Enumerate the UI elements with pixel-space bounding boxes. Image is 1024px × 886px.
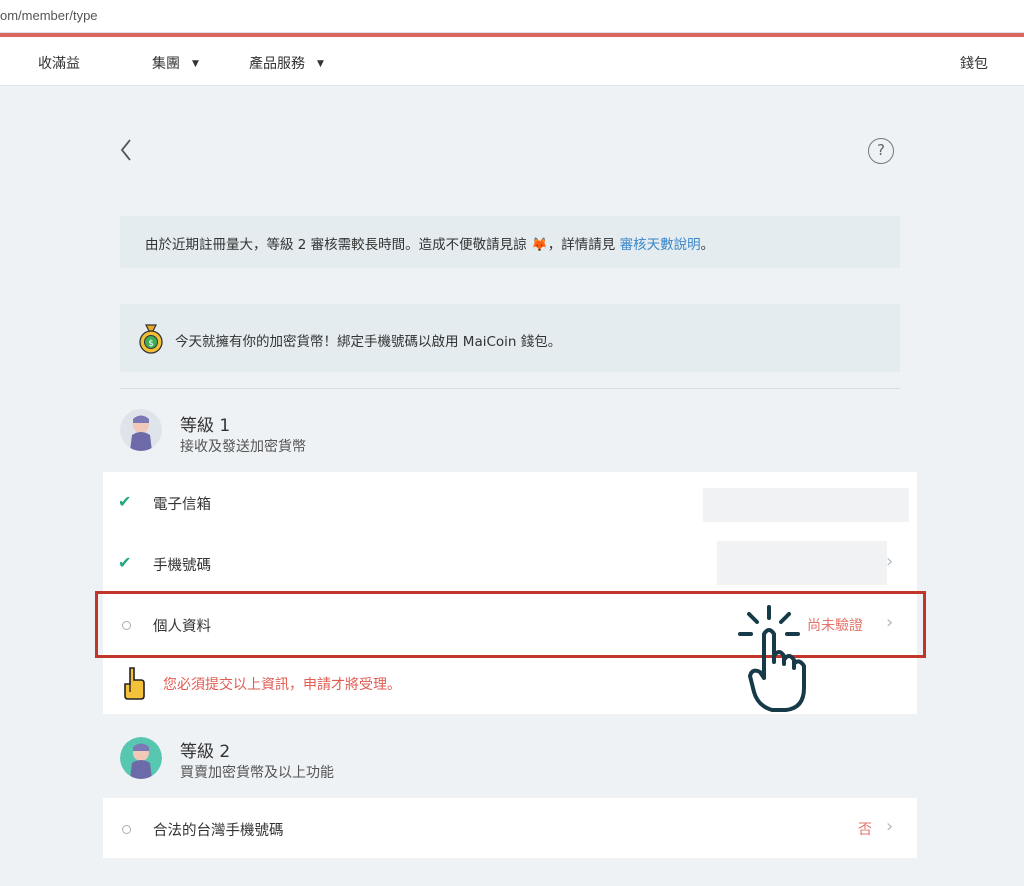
nav-item-wallet[interactable]: 錢包 <box>960 53 988 73</box>
level2-card: 合法的台灣手機號碼 否 › <box>103 798 917 858</box>
browser-address-bar[interactable]: om/member/type <box>0 0 1024 33</box>
section-divider <box>120 388 900 389</box>
review-notice-text: 由於近期註冊量大，等級 2 審核需較長時間。造成不便敬請見諒 <box>145 237 531 253</box>
nav-item-group-label: 集團 <box>152 56 180 72</box>
list-item-phone[interactable]: ✔ 手機號碼 › <box>103 533 917 594</box>
review-delay-notice: 由於近期註冊量大，等級 2 審核需較長時間。造成不便敬請見諒 🦊，詳情請見 審核… <box>120 216 900 268</box>
help-icon[interactable]: ? <box>868 138 894 164</box>
chevron-right-icon: › <box>886 816 894 837</box>
list-item-email[interactable]: ✔ 電子信箱 <box>103 472 917 533</box>
level2-subtitle: 買賣加密貨幣及以上功能 <box>180 765 334 781</box>
bind-phone-text: 今天就擁有你的加密貨幣！綁定手機號碼以啟用 MaiCoin 錢包。 <box>175 334 562 350</box>
warning-text: 您必須提交以上資訊，申請才將受理。 <box>163 677 401 693</box>
caret-down-icon: ▼ <box>317 59 324 69</box>
item-label: 合法的台灣手機號碼 <box>153 823 284 839</box>
nav-item-products-label: 產品服務 <box>249 56 305 72</box>
top-navigation: 收滿益 集團 ▼ 產品服務 ▼ 錢包 <box>0 37 1024 86</box>
level2-avatar <box>120 737 162 779</box>
back-arrow-icon[interactable] <box>116 136 140 164</box>
check-icon: ✔ <box>118 492 132 511</box>
money-bag-icon: $ <box>138 322 164 354</box>
check-icon: ✔ <box>118 553 132 572</box>
pending-circle-icon <box>122 825 131 834</box>
redacted-email-value <box>703 488 909 522</box>
item-label: 電子信箱 <box>153 497 211 513</box>
review-notice-suffix: ，詳情請見 <box>547 237 620 253</box>
chevron-right-icon: › <box>886 551 894 572</box>
review-notice-end: 。 <box>700 237 715 253</box>
level1-subtitle: 接收及發送加密貨幣 <box>180 439 306 455</box>
nav-item-revenue[interactable]: 收滿益 <box>38 53 80 73</box>
caret-down-icon: ▼ <box>192 59 199 69</box>
nav-item-products[interactable]: 產品服務 ▼ <box>249 53 324 73</box>
tap-hand-icon <box>734 604 830 716</box>
review-days-link[interactable]: 審核天數說明 <box>620 237 701 253</box>
bind-phone-notice: $ 今天就擁有你的加密貨幣！綁定手機號碼以啟用 MaiCoin 錢包。 <box>120 304 900 372</box>
level1-title: 等級 1 <box>180 416 231 436</box>
level1-avatar <box>120 409 162 451</box>
status-badge: 否 <box>858 822 872 838</box>
redacted-phone-value <box>717 541 887 585</box>
svg-text:$: $ <box>148 339 154 349</box>
url-text: om/member/type <box>0 8 98 23</box>
fox-emoji-icon: 🦊 <box>530 237 548 253</box>
list-item-taiwan-phone[interactable]: 合法的台灣手機號碼 否 › <box>103 798 917 858</box>
pointing-hand-icon <box>121 666 147 700</box>
nav-item-group[interactable]: 集團 ▼ <box>152 53 199 73</box>
item-label: 手機號碼 <box>153 558 211 574</box>
level2-title: 等級 2 <box>180 742 231 762</box>
